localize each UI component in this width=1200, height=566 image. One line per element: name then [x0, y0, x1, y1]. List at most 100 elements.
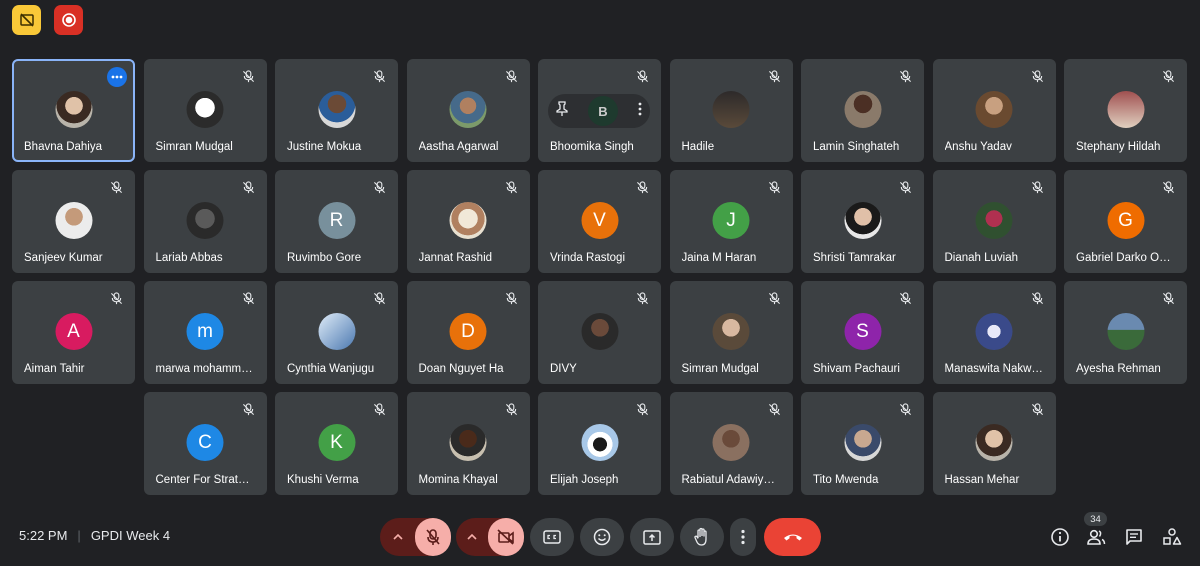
- pin-icon[interactable]: [556, 100, 568, 122]
- avatar: [318, 313, 355, 350]
- avatar: A: [55, 313, 92, 350]
- avatar: [55, 202, 92, 239]
- participant-name: Simran Mudgal: [155, 141, 233, 153]
- participant-tile[interactable]: Aastha Agarwal: [406, 59, 530, 162]
- meeting-details-button[interactable]: [1049, 526, 1071, 548]
- muted-mic-icon: [1031, 70, 1044, 83]
- participant-tile[interactable]: Tito Mwenda: [801, 392, 924, 495]
- participant-tile[interactable]: G Gabriel Darko O…: [1064, 170, 1187, 273]
- participant-tile[interactable]: DIVY: [538, 281, 661, 384]
- participant-tile[interactable]: Simran Mudgal: [669, 281, 793, 384]
- muted-mic-icon: [768, 292, 781, 305]
- participant-tile[interactable]: Momina Khayal: [406, 392, 530, 495]
- avatar: [1107, 91, 1144, 128]
- participant-tile[interactable]: Bhavna Dahiya: [12, 59, 135, 162]
- mic-options-button[interactable]: [380, 518, 415, 556]
- participant-tile[interactable]: Shristi Tamrakar: [801, 170, 924, 273]
- tile-options-button[interactable]: [107, 67, 127, 87]
- participant-tile[interactable]: Hassan Mehar: [932, 392, 1056, 495]
- muted-mic-icon: [505, 403, 518, 416]
- participant-name: Hassan Mehar: [944, 474, 1020, 486]
- muted-mic-icon: [1031, 292, 1044, 305]
- camera-toggle-button[interactable]: [488, 518, 524, 556]
- muted-mic-icon: [768, 181, 781, 194]
- participant-tile[interactable]: K Khushi Verma: [275, 392, 398, 495]
- muted-mic-icon: [768, 403, 781, 416]
- participant-grid: Bhavna Dahiya Simran Mudgal Justine Mokua A…: [12, 59, 1187, 495]
- participant-tile[interactable]: Cynthia Wanjugu: [275, 281, 398, 384]
- participant-tile[interactable]: Jannat Rashid: [406, 170, 530, 273]
- participant-tile[interactable]: S Shivam Pachauri: [801, 281, 924, 384]
- participant-tile[interactable]: Lariab Abbas: [143, 170, 267, 273]
- no-video-layout-button[interactable]: [12, 5, 41, 35]
- participant-tile[interactable]: Manaswita Nakw…: [932, 281, 1056, 384]
- chat-button[interactable]: [1123, 526, 1145, 548]
- camera-off-icon: [497, 529, 514, 545]
- recording-indicator[interactable]: [54, 5, 83, 35]
- muted-mic-icon: [242, 403, 255, 416]
- leave-call-button[interactable]: [764, 518, 821, 556]
- participant-tile[interactable]: D Doan Nguyet Ha: [406, 281, 530, 384]
- participant-name: Lamin Singhateh: [813, 141, 900, 153]
- participant-tile[interactable]: Hadile: [669, 59, 793, 162]
- participant-name: Aiman Tahir: [24, 363, 85, 375]
- avatar: [712, 424, 750, 461]
- participant-tile[interactable]: Dianah Luviah: [932, 170, 1056, 273]
- participant-tile[interactable]: Justine Mokua: [275, 59, 398, 162]
- avatar: [186, 91, 224, 128]
- no-video-layout-icon: [19, 13, 34, 27]
- participant-tile[interactable]: Anshu Yadav: [932, 59, 1056, 162]
- participant-name: Dianah Luviah: [944, 252, 1019, 264]
- muted-mic-icon: [505, 292, 518, 305]
- camera-options-button[interactable]: [456, 518, 488, 556]
- reactions-button[interactable]: [580, 518, 624, 556]
- activities-button[interactable]: [1161, 526, 1183, 548]
- avatar: K: [318, 424, 355, 461]
- muted-mic-icon: [373, 403, 386, 416]
- captions-button[interactable]: [530, 518, 574, 556]
- participant-tile[interactable]: Elijah Joseph: [538, 392, 661, 495]
- more-vert-icon[interactable]: [638, 102, 642, 121]
- avatar: [1107, 313, 1144, 350]
- participant-name: Ruvimbo Gore: [287, 252, 362, 264]
- participant-tile[interactable]: Ayesha Rehman: [1064, 281, 1187, 384]
- participant-tile[interactable]: Stephany Hildah: [1064, 59, 1187, 162]
- mic-toggle-button[interactable]: [415, 518, 451, 556]
- participant-tile[interactable]: A Aiman Tahir: [12, 281, 135, 384]
- tile-hover-actions: B: [548, 94, 650, 128]
- participant-name: Shivam Pachauri: [813, 363, 900, 375]
- avatar: [844, 202, 881, 239]
- participant-tile[interactable]: m marwa mohamm…: [143, 281, 267, 384]
- avatar: [318, 91, 355, 128]
- muted-mic-icon: [768, 70, 781, 83]
- more-options-button[interactable]: [730, 518, 756, 556]
- participant-name: Elijah Joseph: [550, 474, 619, 486]
- participant-tile[interactable]: B Bhoomika Singh: [538, 59, 661, 162]
- participant-tile[interactable]: Lamin Singhateh: [801, 59, 924, 162]
- participant-name: Gabriel Darko O…: [1076, 252, 1171, 264]
- participant-tile[interactable]: Rabiatul Adawiy…: [669, 392, 793, 495]
- muted-mic-icon: [899, 292, 912, 305]
- mic-control-group: [380, 518, 451, 556]
- participant-tile[interactable]: Simran Mudgal: [143, 59, 267, 162]
- avatar: [581, 313, 618, 350]
- muted-mic-icon: [636, 403, 649, 416]
- participant-tile[interactable]: V Vrinda Rastogi: [538, 170, 661, 273]
- avatar: R: [318, 202, 355, 239]
- participant-name: Vrinda Rastogi: [550, 252, 626, 264]
- participant-tile[interactable]: Sanjeev Kumar: [12, 170, 135, 273]
- participant-tile[interactable]: R Ruvimbo Gore: [275, 170, 398, 273]
- present-button[interactable]: [630, 518, 674, 556]
- people-icon: [1087, 529, 1106, 545]
- participant-name: Doan Nguyet Ha: [418, 363, 504, 375]
- muted-mic-icon: [505, 181, 518, 194]
- participant-tile[interactable]: J Jaina M Haran: [669, 170, 793, 273]
- avatar: [712, 91, 750, 128]
- people-button[interactable]: 34: [1084, 512, 1107, 548]
- captions-icon: [543, 530, 561, 544]
- avatar: [449, 202, 487, 239]
- participant-name: Hadile: [681, 141, 715, 153]
- raise-hand-button[interactable]: [680, 518, 724, 556]
- participant-tile[interactable]: C Center For Strat…: [143, 392, 267, 495]
- participant-name: Khushi Verma: [287, 474, 359, 486]
